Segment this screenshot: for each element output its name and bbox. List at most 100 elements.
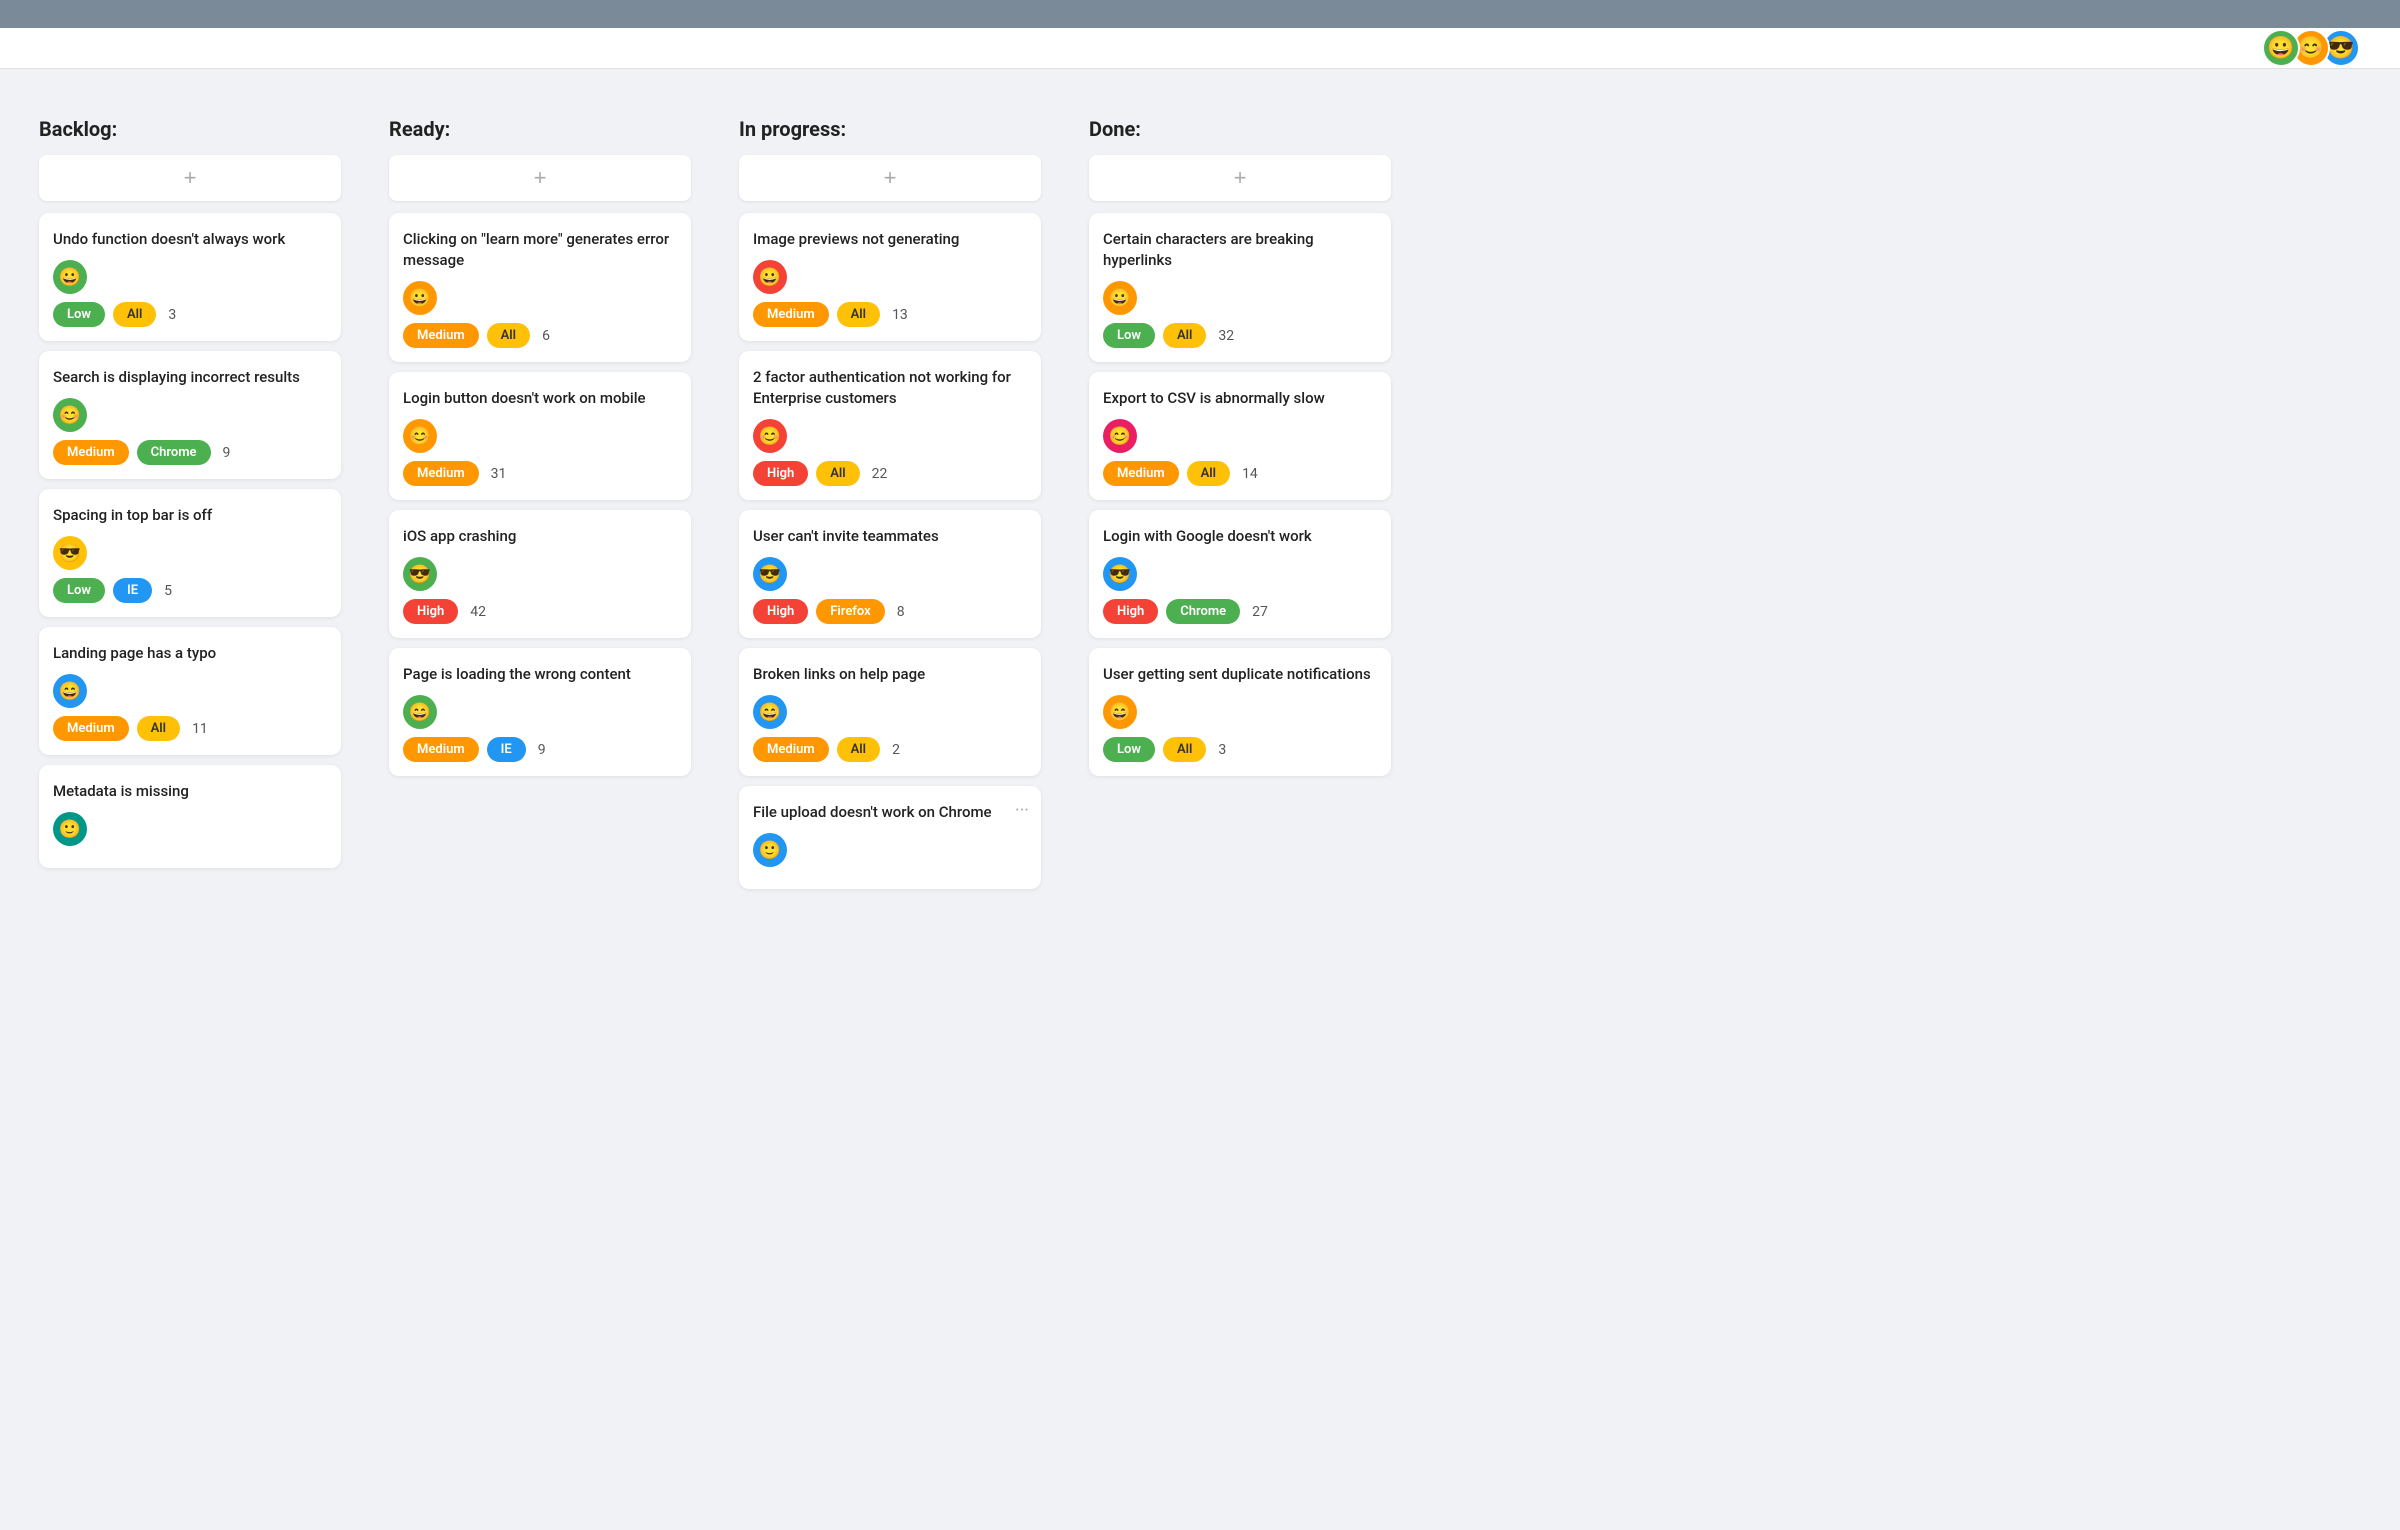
card-count: 14 [1242, 466, 1258, 482]
column-header-backlog: Backlog: [39, 117, 341, 141]
platform-badge: All [137, 716, 180, 741]
card-count: 6 [542, 328, 550, 344]
card[interactable]: Metadata is missing🙂 [39, 765, 341, 868]
column-in-progress: In progress: + Image previews not generati… [725, 99, 1055, 917]
add-card-button-ready[interactable]: + [389, 155, 691, 201]
card-avatar: 😎 [753, 557, 787, 591]
card[interactable]: Login with Google doesn't work😎HighChrom… [1089, 510, 1391, 638]
card-count: 3 [168, 307, 176, 323]
card-avatar: 😄 [1103, 695, 1137, 729]
priority-badge: Low [1103, 323, 1155, 348]
card[interactable]: Clicking on "learn more" generates error… [389, 213, 691, 362]
priority-badge: Medium [403, 461, 479, 486]
priority-badge: Medium [53, 716, 129, 741]
card-count: 22 [872, 466, 888, 482]
card-more-icon[interactable]: ··· [1015, 800, 1029, 821]
card-footer: Low All 32 [1103, 323, 1377, 348]
header-avatar-1: 😀 [2262, 29, 2300, 67]
card-count: 31 [491, 466, 507, 482]
priority-badge: High [753, 599, 808, 624]
priority-badge: Medium [53, 440, 129, 465]
card-footer: High 42 [403, 599, 677, 624]
card[interactable]: Broken links on help page😄MediumAll2 [739, 648, 1041, 776]
card-title: Export to CSV is abnormally slow [1103, 388, 1377, 409]
priority-badge: Low [53, 302, 105, 327]
add-card-button-backlog[interactable]: + [39, 155, 341, 201]
card-avatar: 😊 [403, 419, 437, 453]
priority-badge: High [403, 599, 458, 624]
priority-badge: Medium [403, 737, 479, 762]
card-title: Clicking on "learn more" generates error… [403, 229, 677, 271]
header: 😀😊😎 [0, 28, 2400, 69]
card[interactable]: Login button doesn't work on mobile 😊 Medi… [389, 372, 691, 500]
platform-badge: All [1163, 323, 1206, 348]
card-footer: HighFirefox8 [753, 599, 1027, 624]
card-title: Certain characters are breaking hyperlin… [1103, 229, 1377, 271]
card[interactable]: 2 factor authentication not working for … [739, 351, 1041, 500]
card-footer: HighChrome27 [1103, 599, 1377, 624]
platform-badge: IE [113, 578, 152, 603]
card[interactable]: User can't invite teammates😎HighFirefox8 [739, 510, 1041, 638]
card-count: 3 [1218, 742, 1226, 758]
card[interactable]: Image previews not generating 😀 Medium All 1… [739, 213, 1041, 341]
card-avatar: 😄 [53, 674, 87, 708]
priority-badge: Medium [403, 323, 479, 348]
card-footer: Medium All 13 [753, 302, 1027, 327]
card-title: Landing page has a typo [53, 643, 327, 664]
card-avatar: 😊 [1103, 419, 1137, 453]
platform-badge: All [816, 461, 859, 486]
add-card-button-done[interactable]: + [1089, 155, 1391, 201]
platform-badge: All [837, 737, 880, 762]
column-header-in-progress: In progress: [739, 117, 1041, 141]
card-avatar: 😀 [753, 260, 787, 294]
card-avatar: 😀 [1103, 281, 1137, 315]
card-avatar: 😄 [753, 695, 787, 729]
card[interactable]: Landing page has a typo😄MediumAll11 [39, 627, 341, 755]
column-done: Done: + Certain characters are breaking hy… [1075, 99, 1405, 804]
platform-badge: Chrome [137, 440, 211, 465]
column-header-done: Done: [1089, 117, 1391, 141]
card-footer: LowIE5 [53, 578, 327, 603]
card-title: Image previews not generating [753, 229, 1027, 250]
card-title: 2 factor authentication not working for … [753, 367, 1027, 409]
priority-badge: Medium [753, 302, 829, 327]
header-avatars: 😀😊😎 [2262, 29, 2360, 67]
platform-badge: All [1163, 737, 1206, 762]
card-footer: MediumChrome9 [53, 440, 327, 465]
platform-badge: IE [487, 737, 526, 762]
card-title: Login button doesn't work on mobile [403, 388, 677, 409]
card-footer: Medium All 6 [403, 323, 677, 348]
board: Backlog: + Undo function doesn't always wo… [0, 69, 2400, 947]
platform-badge: All [487, 323, 530, 348]
card[interactable]: Search is displaying incorrect results😊M… [39, 351, 341, 479]
card[interactable]: Export to CSV is abnormally slow😊MediumA… [1089, 372, 1391, 500]
platform-badge: All [837, 302, 880, 327]
platform-badge: Chrome [1166, 599, 1240, 624]
card-title: Broken links on help page [753, 664, 1027, 685]
card[interactable]: Page is loading the wrong content😄Medium… [389, 648, 691, 776]
card-title: Undo function doesn't always work [53, 229, 327, 250]
card-title: Page is loading the wrong content [403, 664, 677, 685]
card-title: Login with Google doesn't work [1103, 526, 1377, 547]
card[interactable]: Certain characters are breaking hyperlin… [1089, 213, 1391, 362]
card-title: User can't invite teammates [753, 526, 1027, 547]
priority-badge: Medium [753, 737, 829, 762]
priority-badge: High [753, 461, 808, 486]
card[interactable]: iOS app crashing😎High42 [389, 510, 691, 638]
card-count: 42 [470, 604, 486, 620]
card-avatar: 🙂 [53, 812, 87, 846]
add-card-button-in-progress[interactable]: + [739, 155, 1041, 201]
card[interactable]: ···File upload doesn't work on Chrome🙂 [739, 786, 1041, 889]
column-header-ready: Ready: [389, 117, 691, 141]
card[interactable]: Spacing in top bar is off😎LowIE5 [39, 489, 341, 617]
card[interactable]: User getting sent duplicate notification… [1089, 648, 1391, 776]
card-footer: MediumIE9 [403, 737, 677, 762]
card[interactable]: Undo function doesn't always work😀LowAll… [39, 213, 341, 341]
card-count: 13 [892, 307, 908, 323]
card-count: 32 [1218, 328, 1234, 344]
card-avatar: 😊 [53, 398, 87, 432]
platform-badge: All [1187, 461, 1230, 486]
card-footer: MediumAll2 [753, 737, 1027, 762]
platform-badge: Firefox [816, 599, 885, 624]
card-avatar: 😎 [53, 536, 87, 570]
